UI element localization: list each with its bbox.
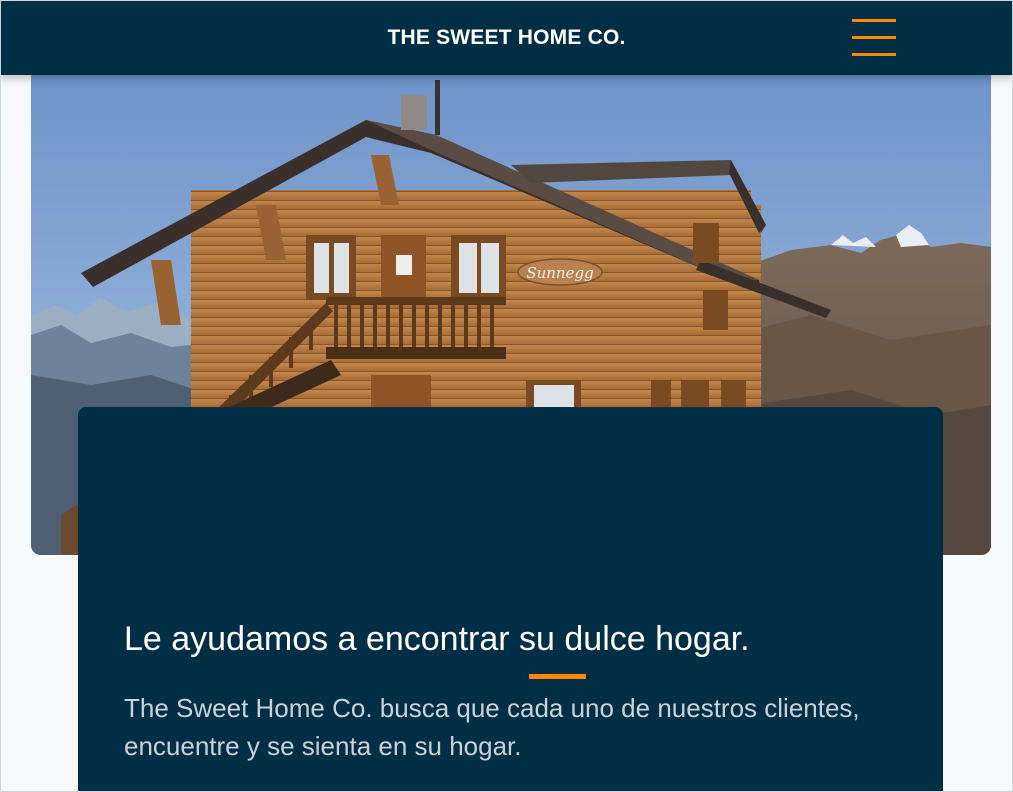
top-navbar: THE SWEET HOME CO.: [0, 0, 1013, 75]
intro-card: Le ayudamos a encontrar su dulce hogar. …: [78, 407, 943, 792]
intro-paragraph: The Sweet Home Co. busca que cada uno de…: [124, 693, 860, 761]
chalet-sign-text: Sunnegg: [526, 264, 593, 282]
accent-divider: [529, 674, 586, 679]
intro-heading: Le ayudamos a encontrar su dulce hogar.: [124, 620, 750, 658]
hamburger-menu-icon[interactable]: [850, 19, 898, 57]
